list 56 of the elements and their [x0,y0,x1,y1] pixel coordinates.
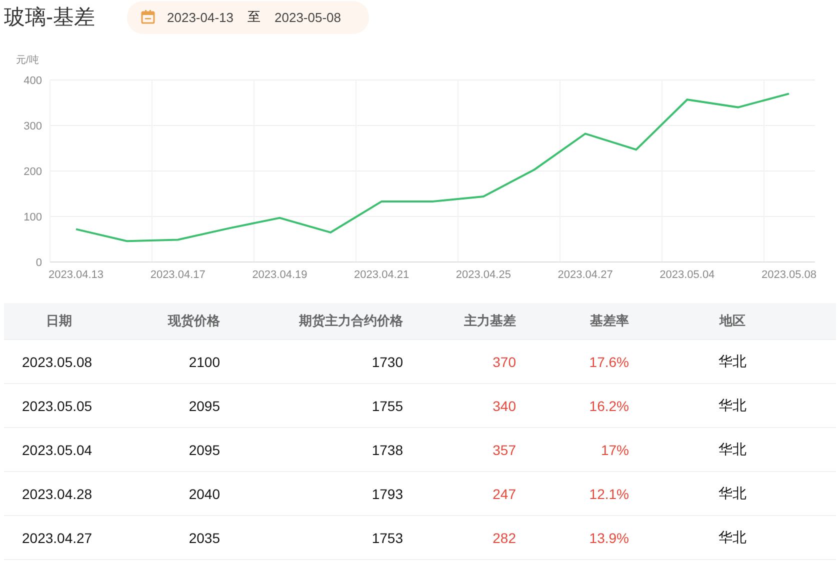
table-cell-text: 2023.04.27 [21,530,94,546]
table-cell-text: 17% [600,442,629,458]
table-cell-text: 2095 [188,398,220,414]
y-tick-label: 100 [24,212,42,224]
table-cell-text: 华北 [718,484,748,502]
table-cell-text: 华北 [718,396,748,414]
column-header: 日期 [45,312,73,330]
table-cell-text: 2023.04.28 [21,486,94,502]
table-cell-text: 2023.05.05 [21,398,94,414]
page-title: 玻璃-基差 [4,5,95,31]
table-cell-text: 1755 [370,398,403,414]
column-header: 基差率 [589,312,629,330]
table-cell-text: 370 [492,354,516,370]
table-cell-text: 17.6% [588,354,629,370]
table-cell-text: 1730 [370,354,403,370]
table-cell-text: 2023.05.08 [21,354,94,370]
table-cell-text: 2035 [188,530,220,546]
table-cell-text: 13.9% [588,530,629,546]
date-range-picker[interactable]: 2023-04-13 至 2023-05-08 [127,0,369,34]
table-cell-text: 12.1% [588,486,629,502]
column-header: 期货主力合约价格 [298,312,403,330]
table-cell-text: 2100 [188,354,220,370]
x-tick-label: 2023.04.21 [354,269,410,281]
table-cell-text: 华北 [718,528,748,546]
x-tick-label: 2023.05.08 [762,269,817,281]
x-tick-label: 2023.05.04 [660,269,715,281]
table-cell-text: 282 [492,530,516,546]
table-cell-text: 247 [492,486,516,502]
y-tick-label: 300 [24,120,42,132]
axis-unit: 元/吨 [16,55,39,66]
x-tick-label: 2023.04.27 [558,269,613,281]
column-header: 主力基差 [463,312,516,330]
table-cell-text: 华北 [718,352,748,370]
table-cell-text: 2095 [188,442,220,458]
table-cell-text: 16.2% [588,398,629,414]
table-cell-text: 2040 [188,486,220,502]
range-separator: 至 [248,8,260,26]
x-tick-label: 2023.04.19 [252,269,308,281]
table-cell-text: 340 [492,398,516,414]
table-cell-text: 1738 [370,442,403,458]
calendar-icon [141,10,155,24]
end-date: 2023-05-08 [274,10,341,24]
table-cell-text: 1753 [370,530,403,546]
y-tick-label: 0 [36,257,42,269]
table-cell-text: 357 [492,442,516,458]
table-cell-text: 1793 [370,486,403,502]
table-cell-text: 2023.05.04 [21,442,94,458]
table-cell-text: 华北 [718,440,748,458]
column-header: 地区 [718,312,746,330]
x-tick-label: 2023.04.17 [150,269,206,281]
y-tick-label: 200 [24,166,42,178]
y-tick-label: 400 [24,75,42,87]
x-tick-label: 2023.04.13 [48,269,104,281]
x-tick-label: 2023.04.25 [456,269,511,281]
column-header: 现货价格 [166,312,220,330]
start-date: 2023-04-13 [167,10,234,24]
